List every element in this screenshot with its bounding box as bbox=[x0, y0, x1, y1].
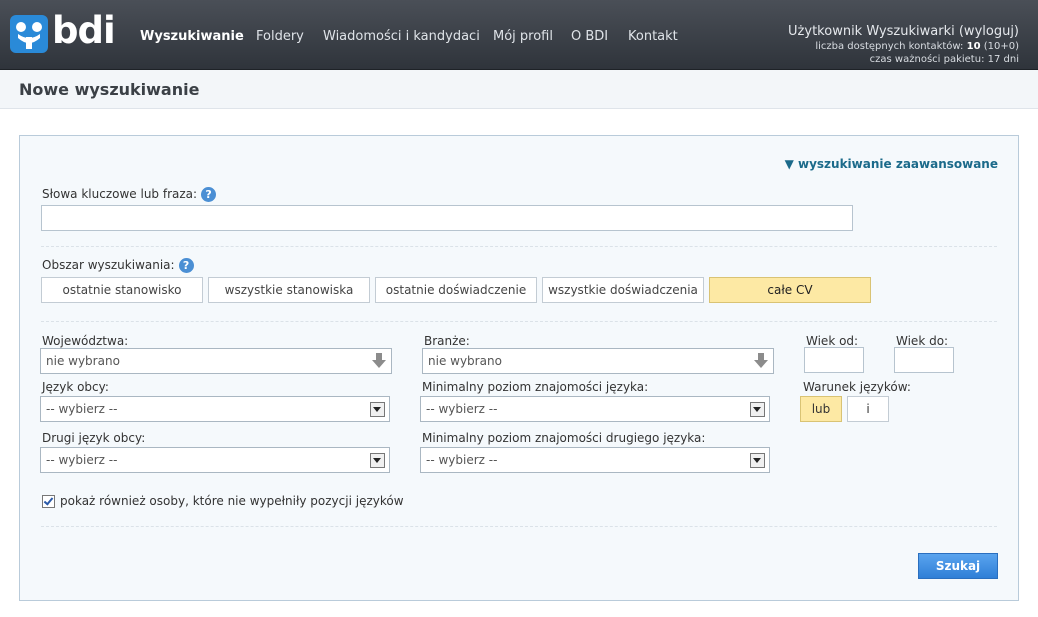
lang-condition-label: Warunek języków: bbox=[803, 380, 911, 394]
validity-line: czas ważności pakietu: 17 dni bbox=[788, 54, 1019, 65]
second-language-value: -- wybierz -- bbox=[46, 453, 118, 467]
language-label: Język obcy: bbox=[42, 380, 109, 394]
nav-item-messages[interactable]: Wiadomości i kandydaci bbox=[323, 29, 480, 44]
second-min-level-label: Minimalny poziom znajomości drugiego jęz… bbox=[422, 431, 706, 445]
age-to-label: Wiek do: bbox=[896, 334, 949, 348]
logo[interactable]: bdi bbox=[10, 9, 116, 55]
area-option-full-cv[interactable]: całe CV bbox=[709, 277, 871, 303]
area-option-last-experience[interactable]: ostatnie doświadczenie bbox=[375, 277, 537, 303]
logout-link[interactable]: (wyloguj) bbox=[959, 24, 1019, 39]
min-level-select[interactable]: -- wybierz -- bbox=[420, 396, 770, 422]
age-from-label: Wiek od: bbox=[806, 334, 859, 348]
search-area-label-text: Obszar wyszukiwania: bbox=[42, 258, 175, 272]
search-button[interactable]: Szukaj bbox=[918, 553, 998, 579]
voivodeships-label: Województwa: bbox=[42, 334, 129, 348]
contacts-value: 10 bbox=[966, 41, 981, 52]
top-header: bdi Wyszukiwanie Foldery Wiadomości i ka… bbox=[0, 0, 1038, 70]
voivodeships-value: nie wybrano bbox=[46, 354, 120, 368]
area-option-all-positions[interactable]: wszystkie stanowiska bbox=[208, 277, 370, 303]
industries-value: nie wybrano bbox=[428, 354, 502, 368]
age-to-input[interactable] bbox=[894, 347, 954, 373]
logo-badge-icon bbox=[10, 15, 48, 53]
language-select[interactable]: -- wybierz -- bbox=[40, 396, 390, 422]
title-band: Nowe wyszukiwanie bbox=[0, 70, 1038, 109]
validity-label: czas ważności pakietu: bbox=[869, 54, 985, 65]
language-value: -- wybierz -- bbox=[46, 402, 118, 416]
validity-value: 17 dni bbox=[987, 54, 1019, 65]
min-level-label: Minimalny poziom znajomości języka: bbox=[422, 380, 649, 394]
user-name: Użytkownik Wyszukiwarki bbox=[788, 24, 955, 39]
arrow-down-icon[interactable] bbox=[754, 353, 768, 369]
voivodeships-select[interactable]: nie wybrano bbox=[40, 348, 392, 374]
divider bbox=[41, 321, 997, 322]
arrow-down-icon[interactable] bbox=[372, 353, 386, 369]
nav-item-contact[interactable]: Kontakt bbox=[628, 29, 678, 44]
second-language-select[interactable]: -- wybierz -- bbox=[40, 447, 390, 473]
user-info: Użytkownik Wyszukiwarki (wyloguj) liczba… bbox=[788, 24, 1019, 65]
area-option-all-experience[interactable]: wszystkie doświadczenia bbox=[542, 277, 704, 303]
nav-item-profile[interactable]: Mój profil bbox=[493, 29, 553, 44]
show-incomplete-checkbox[interactable] bbox=[42, 495, 55, 508]
advanced-search-link[interactable]: ▼ wyszukiwanie zaawansowane bbox=[785, 157, 998, 171]
chevron-down-icon[interactable] bbox=[370, 402, 385, 417]
lang-condition-and[interactable]: i bbox=[847, 396, 889, 422]
nav-item-folders[interactable]: Foldery bbox=[256, 29, 304, 44]
second-min-level-select[interactable]: -- wybierz -- bbox=[420, 447, 770, 473]
age-from-input[interactable] bbox=[804, 347, 864, 373]
chevron-down-icon[interactable] bbox=[370, 453, 385, 468]
search-area-label: Obszar wyszukiwania:? bbox=[42, 258, 194, 273]
contacts-line: liczba dostępnych kontaktów: 10 (10+0) bbox=[788, 41, 1019, 52]
logo-text: bdi bbox=[52, 9, 116, 52]
second-language-label: Drugi język obcy: bbox=[42, 431, 146, 445]
lang-condition-or[interactable]: lub bbox=[800, 396, 842, 422]
divider bbox=[41, 246, 997, 247]
industries-select[interactable]: nie wybrano bbox=[422, 348, 774, 374]
contacts-label: liczba dostępnych kontaktów: bbox=[815, 41, 964, 52]
nav-item-about[interactable]: O BDI bbox=[571, 29, 608, 44]
search-form-panel: ▼ wyszukiwanie zaawansowane Słowa kluczo… bbox=[19, 135, 1019, 601]
keywords-input[interactable] bbox=[41, 205, 853, 231]
user-line: Użytkownik Wyszukiwarki (wyloguj) bbox=[788, 24, 1019, 39]
chevron-down-icon[interactable] bbox=[750, 402, 765, 417]
keywords-label-text: Słowa kluczowe lub fraza: bbox=[42, 187, 198, 201]
help-icon[interactable]: ? bbox=[178, 258, 194, 273]
industries-label: Branże: bbox=[424, 334, 470, 348]
area-option-last-position[interactable]: ostatnie stanowisko bbox=[41, 277, 203, 303]
min-level-value: -- wybierz -- bbox=[426, 402, 498, 416]
divider bbox=[41, 526, 997, 527]
second-min-level-value: -- wybierz -- bbox=[426, 453, 498, 467]
keywords-label: Słowa kluczowe lub fraza:? bbox=[42, 187, 217, 202]
help-icon[interactable]: ? bbox=[201, 187, 217, 202]
page-title: Nowe wyszukiwanie bbox=[19, 80, 200, 99]
nav-item-search[interactable]: Wyszukiwanie bbox=[140, 29, 244, 44]
chevron-down-icon[interactable] bbox=[750, 453, 765, 468]
contacts-detail: (10+0) bbox=[983, 41, 1019, 52]
show-incomplete-label[interactable]: pokaż również osoby, które nie wypełniły… bbox=[60, 494, 404, 508]
